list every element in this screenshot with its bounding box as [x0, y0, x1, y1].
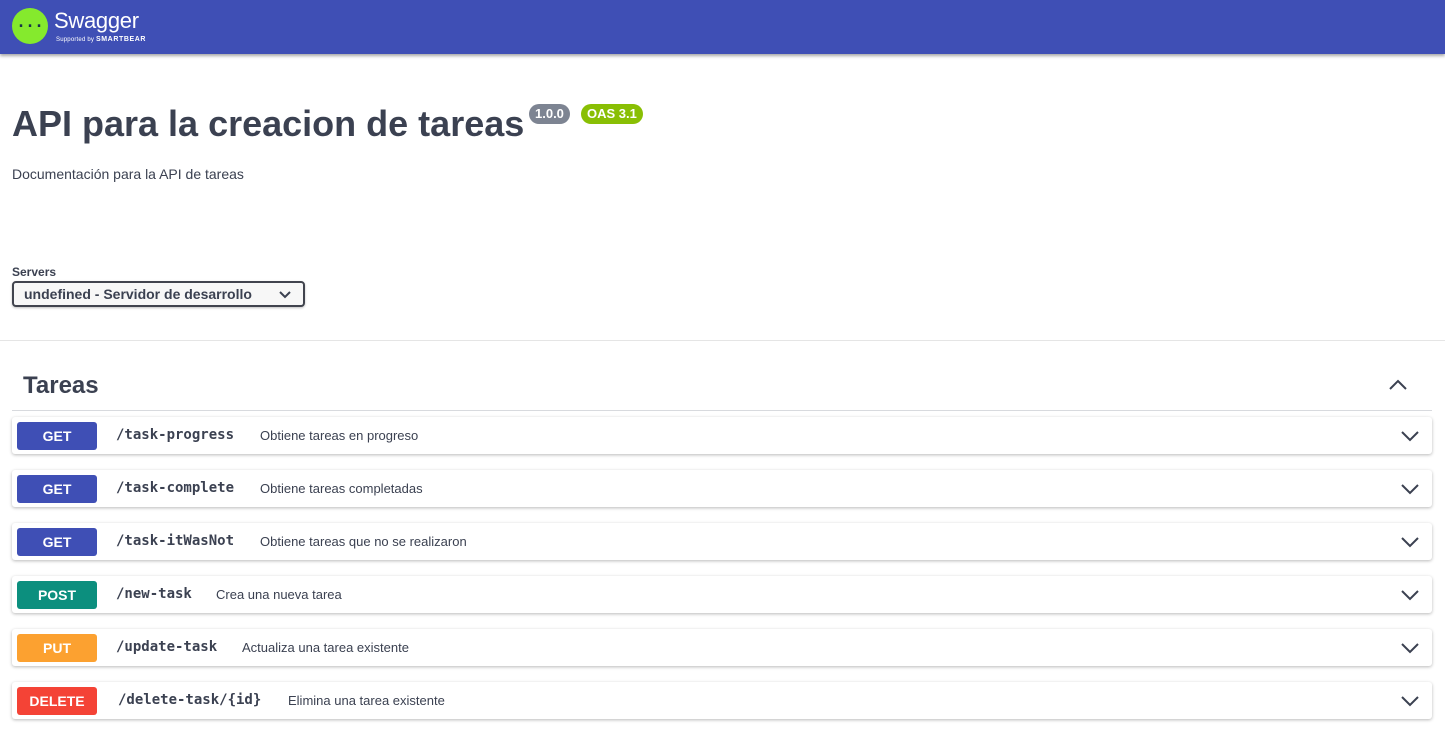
chevron-down-icon[interactable] — [1400, 426, 1420, 446]
logo-supported-by: Supported by SMARTBEAR — [56, 36, 147, 43]
chevron-down-icon[interactable] — [1400, 585, 1420, 605]
operation-path: /task-itWasNot — [116, 533, 235, 549]
servers-label: Servers — [12, 265, 57, 279]
operation-get-task-progress[interactable]: GET /task-progress Obtiene tareas en pro… — [12, 417, 1432, 454]
operation-path: /task-complete — [116, 480, 235, 496]
swagger-logo[interactable]: {···} Swagger Supported by SMARTBEAR — [12, 6, 164, 46]
method-badge: PUT — [17, 634, 97, 662]
chevron-down-icon[interactable] — [1400, 691, 1420, 711]
chevron-down-icon[interactable] — [1400, 638, 1420, 658]
operation-summary: Obtiene tareas que no se realizaron — [260, 534, 467, 549]
api-description: Documentación para la API de tareas — [12, 166, 244, 182]
chevron-up-icon[interactable] — [1388, 375, 1408, 395]
operation-summary: Actualiza una tarea existente — [242, 640, 409, 655]
tag-header-tareas[interactable]: Tareas — [12, 365, 1432, 411]
chevron-down-icon[interactable] — [1400, 532, 1420, 552]
api-title: API para la creacion de tareas — [12, 103, 525, 144]
operation-summary: Crea una nueva tarea — [216, 587, 342, 602]
section-divider — [0, 340, 1445, 341]
operation-path: /new-task — [116, 586, 192, 602]
operation-get-task-itwasnot[interactable]: GET /task-itWasNot Obtiene tareas que no… — [12, 523, 1432, 560]
operation-summary: Obtiene tareas en progreso — [260, 428, 419, 443]
oas-badge: OAS 3.1 — [581, 104, 643, 124]
operation-summary: Elimina una tarea existente — [288, 693, 445, 708]
method-badge: POST — [17, 581, 97, 609]
version-badge: 1.0.0 — [529, 104, 570, 124]
chevron-down-icon[interactable] — [1400, 479, 1420, 499]
operation-put-update-task[interactable]: PUT /update-task Actualiza una tarea exi… — [12, 629, 1432, 666]
operation-path: /task-progress — [116, 427, 235, 443]
operation-delete-task[interactable]: DELETE /delete-task/{id} Elimina una tar… — [12, 682, 1432, 719]
tag-title: Tareas — [23, 372, 99, 399]
chevron-down-icon — [279, 286, 291, 302]
operation-path: /update-task — [116, 639, 218, 655]
method-badge: GET — [17, 528, 97, 556]
operation-path: /delete-task/{id} — [118, 692, 262, 708]
method-badge: GET — [17, 475, 97, 503]
svg-text:{···}: {···} — [18, 17, 42, 35]
method-badge: GET — [17, 422, 97, 450]
top-bar: {···} Swagger Supported by SMARTBEAR — [0, 0, 1445, 54]
server-select-value: undefined - Servidor de desarrollo — [24, 286, 252, 302]
logo-name: Swagger — [54, 8, 139, 33]
swagger-braces-icon: {···} — [12, 8, 48, 44]
operation-summary: Obtiene tareas completadas — [260, 481, 423, 496]
server-select[interactable]: undefined - Servidor de desarrollo — [12, 281, 305, 307]
operation-get-task-complete[interactable]: GET /task-complete Obtiene tareas comple… — [12, 470, 1432, 507]
method-badge: DELETE — [17, 687, 97, 715]
operation-post-new-task[interactable]: POST /new-task Crea una nueva tarea — [12, 576, 1432, 613]
